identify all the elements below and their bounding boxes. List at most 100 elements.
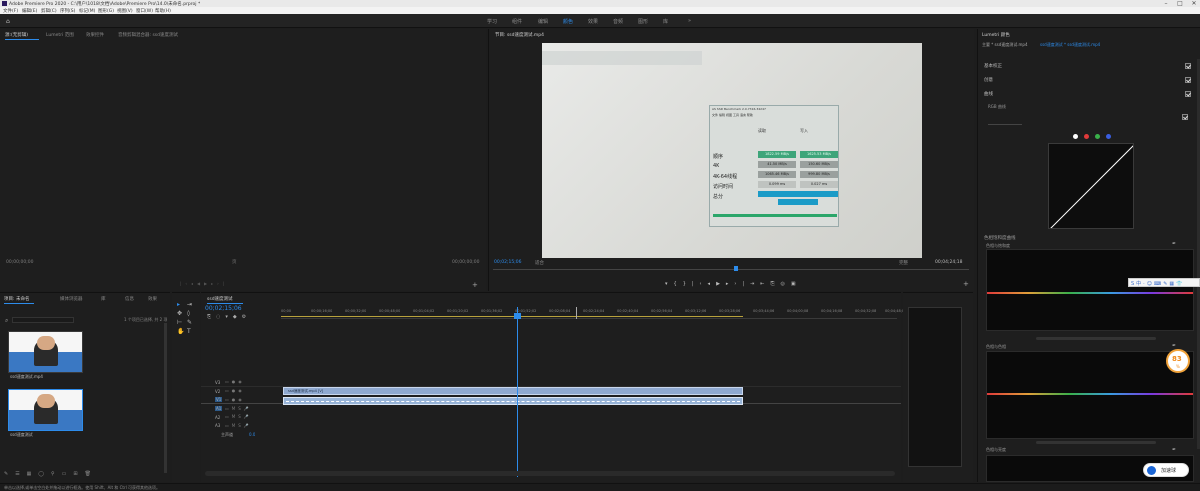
- tab-source[interactable]: 源:(无剪辑): [5, 32, 28, 38]
- section-rgb-curves[interactable]: RGB 曲线: [988, 104, 1006, 110]
- project-bottom-toolbar[interactable]: ✎☰▦◯⚲▭⊞🗑: [4, 471, 98, 477]
- project-scrollbar[interactable]: [164, 323, 167, 473]
- track-select-tool-icon[interactable]: ⇥: [187, 301, 192, 308]
- track-v2-toggles[interactable]: ▭●◉: [225, 388, 245, 393]
- performance-badge[interactable]: 83 %: [1166, 349, 1190, 373]
- ime-toolbar-icons[interactable]: S中·☺⌨✎▦👕: [1131, 280, 1184, 287]
- basic-correction-checkbox[interactable]: [1185, 63, 1191, 69]
- track-v3-toggles[interactable]: ▭●◉: [225, 379, 245, 384]
- tab-audio-clip-mixer[interactable]: 音频剪辑混合器: ssd速度测试: [118, 32, 178, 38]
- tab-info[interactable]: 信息: [125, 296, 134, 302]
- timeline-ruler[interactable]: 00;00 00;00;16;00 00;00;32;00 00;00;48;0…: [281, 307, 906, 319]
- curve-white-dot[interactable]: [1073, 134, 1078, 139]
- program-fit-dropdown[interactable]: 适合: [535, 260, 544, 266]
- project-search-input[interactable]: [12, 317, 74, 323]
- workspace-assembly[interactable]: 组件: [512, 18, 522, 25]
- workspace-learn[interactable]: 学习: [487, 18, 497, 25]
- tab-libraries[interactable]: 库: [101, 296, 106, 302]
- rgb-curve-graph[interactable]: [1048, 143, 1134, 229]
- selection-tool-icon[interactable]: ▸: [177, 301, 180, 308]
- program-add-button[interactable]: +: [963, 280, 969, 288]
- razor-tool-icon[interactable]: ◊: [187, 310, 190, 317]
- accelerate-button[interactable]: 加速球: [1143, 463, 1189, 477]
- hdr-range-slider[interactable]: [988, 124, 1022, 125]
- track-a2-toggles[interactable]: ▭MS🎤: [225, 414, 252, 419]
- tab-lumetri-scopes[interactable]: Lumetri 范围: [46, 32, 74, 38]
- benchmark-menu: 文件 编辑 视图 工具 语言 帮助: [712, 113, 838, 117]
- program-timecode[interactable]: 00;02;15;06: [494, 260, 521, 265]
- tab-timeline[interactable]: ssd速度测试: [207, 296, 233, 302]
- section-curves[interactable]: 曲线: [984, 91, 993, 97]
- ripple-edit-tool-icon[interactable]: ✥: [177, 310, 182, 317]
- hue-hue-curve-graph[interactable]: [986, 351, 1194, 439]
- track-v1-toggles[interactable]: ▭●◉: [225, 397, 245, 402]
- timeline-snap-controls[interactable]: ⎘◌▾◆⚙: [207, 314, 251, 320]
- timeline-playhead-handle[interactable]: [514, 313, 521, 319]
- eyedropper-icon[interactable]: ✒: [1172, 241, 1176, 247]
- video-clip[interactable]: ssd速度测试.mp4 [V]: [283, 387, 743, 395]
- ime-toolbar[interactable]: S中·☺⌨✎▦👕: [1128, 278, 1200, 287]
- master-volume[interactable]: 0.0: [249, 432, 255, 437]
- lumetri-source-clip[interactable]: 主要 * ssd速度测试.mp4: [982, 42, 1028, 48]
- value-read: 1822.59 MB/s: [758, 151, 796, 158]
- timeline-horizontal-scrollbar[interactable]: [205, 471, 895, 476]
- program-scrub-bar[interactable]: [493, 269, 969, 270]
- program-resolution-dropdown[interactable]: 完整: [899, 260, 908, 266]
- work-area-bar[interactable]: [281, 316, 743, 317]
- pen-tool-icon[interactable]: ✎: [187, 319, 192, 326]
- tab-program[interactable]: 节目: ssd速度测试.mp4: [495, 32, 544, 38]
- workspace-color[interactable]: 颜色: [563, 18, 573, 25]
- curve-blue-dot[interactable]: [1106, 134, 1111, 139]
- close-button[interactable]: ✕: [1188, 0, 1200, 7]
- accelerate-label: 加速球: [1161, 468, 1177, 474]
- track-v1-label[interactable]: V1: [215, 397, 223, 402]
- program-transport-controls[interactable]: ▾{}|‹◂▶▸›|⇥⇤⎘◎▣: [665, 281, 802, 287]
- workspace-graphics[interactable]: 图形: [638, 18, 648, 25]
- source-add-button[interactable]: +: [472, 281, 478, 289]
- curve-red-dot[interactable]: [1084, 134, 1089, 139]
- curves-checkbox[interactable]: [1185, 91, 1191, 97]
- project-item-name[interactable]: ssd速度测试.mp4: [10, 374, 43, 380]
- audio-clip[interactable]: [283, 397, 743, 405]
- curve-green-dot[interactable]: [1095, 134, 1100, 139]
- workspace-editing[interactable]: 编辑: [538, 18, 548, 25]
- value-read: 41.50 MB/s: [758, 161, 796, 168]
- lumetri-scroll[interactable]: [1036, 337, 1156, 340]
- source-page-icon[interactable]: 页: [232, 259, 237, 265]
- timeline-playhead[interactable]: [517, 307, 518, 477]
- tab-lumetri-color[interactable]: Lumetri 颜色: [982, 32, 1010, 38]
- home-icon[interactable]: ⌂: [6, 18, 10, 25]
- source-transport-controls[interactable]: |‹◂◀▶▸›|: [180, 281, 228, 286]
- project-item-thumbnail[interactable]: [8, 389, 83, 431]
- project-item-name[interactable]: ssd速度测试: [10, 432, 33, 438]
- section-hsl-curves[interactable]: 色相饱和度曲线: [984, 235, 1016, 241]
- source-timecode-in[interactable]: 00;00;00;00: [6, 260, 33, 265]
- workspace-effects[interactable]: 效果: [588, 18, 598, 25]
- workspace-audio[interactable]: 音频: [613, 18, 623, 25]
- section-basic-correction[interactable]: 基本校正: [984, 63, 1002, 69]
- track-a3-toggles[interactable]: ▭MS🎤: [225, 423, 252, 428]
- hue-sat-curve-graph[interactable]: [986, 249, 1194, 331]
- hand-tool-icon[interactable]: ✋: [177, 328, 184, 335]
- tab-media-browser[interactable]: 媒体浏览器: [60, 296, 83, 302]
- lumetri-scroll-2[interactable]: [1036, 441, 1156, 444]
- type-tool-icon[interactable]: T: [187, 328, 191, 335]
- maximize-button[interactable]: □: [1174, 0, 1186, 7]
- track-a1-toggles[interactable]: ▭MS🎤: [225, 406, 252, 411]
- section-creative[interactable]: 创意: [984, 77, 993, 83]
- lumetri-sequence-clip[interactable]: ssd速度测试 * ssd速度测试.mp4: [1040, 42, 1100, 48]
- project-item-thumbnail[interactable]: [8, 331, 83, 373]
- eyedropper-icon-3[interactable]: ✒: [1172, 447, 1176, 453]
- program-playhead[interactable]: [734, 266, 738, 271]
- tab-effect-controls[interactable]: 效果控件: [86, 32, 104, 38]
- tab-effects[interactable]: 效果: [148, 296, 157, 302]
- track-a1-label[interactable]: A1: [215, 406, 223, 411]
- slip-tool-icon[interactable]: ⊢: [177, 319, 182, 326]
- workspace-libraries[interactable]: 库: [663, 18, 668, 25]
- workspace-more-icon[interactable]: »: [688, 18, 691, 24]
- minimize-button[interactable]: –: [1160, 0, 1172, 7]
- rgb-curves-checkbox[interactable]: [1182, 114, 1188, 120]
- creative-checkbox[interactable]: [1185, 77, 1191, 83]
- tab-project[interactable]: 项目: 未命名: [4, 296, 29, 302]
- timeline-timecode[interactable]: 00;02;15;06: [205, 305, 242, 312]
